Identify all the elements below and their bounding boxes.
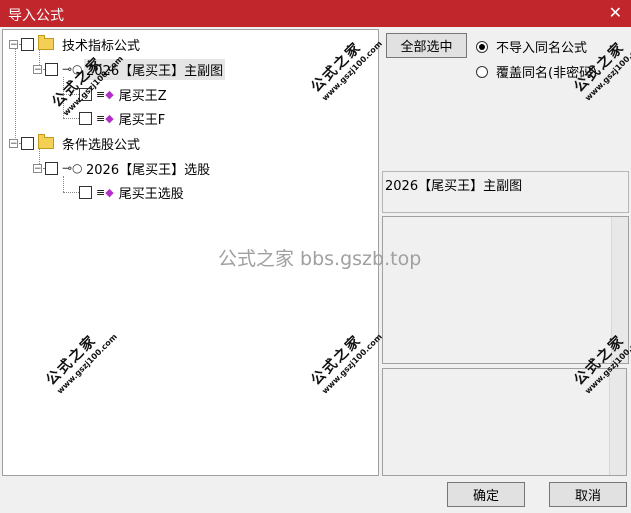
tree-node-group[interactable]: − ⊸○ 2026【尾买王】主副图: [33, 58, 226, 80]
tree-node-label: 尾买王F: [118, 112, 166, 128]
tree-node-label: 尾买王Z: [118, 88, 167, 104]
formula-icon: ≡◆: [96, 185, 114, 199]
collapse-icon[interactable]: −: [9, 39, 18, 49]
select-all-button[interactable]: 全部选中: [386, 33, 467, 58]
collapse-icon[interactable]: −: [33, 64, 42, 74]
tree-node-group[interactable]: − ⊸○ 2026【尾买王】选股: [33, 158, 212, 178]
tree-line: [63, 192, 79, 193]
scrollbar[interactable]: [609, 369, 626, 475]
tree-node-folder[interactable]: − 技术指标公式: [9, 34, 142, 54]
tree-node-label: 2026【尾买王】选股: [86, 162, 211, 178]
ok-button[interactable]: 确定: [447, 482, 525, 507]
tree-checkbox[interactable]: [21, 37, 34, 51]
tree-line: [15, 49, 16, 144]
tree-checkbox[interactable]: [21, 136, 34, 150]
tree-line: [63, 118, 79, 119]
tree-checkbox[interactable]: [45, 161, 58, 175]
watermark-center-text: 公式之家 bbs.gszb.top: [218, 248, 422, 270]
close-icon[interactable]: ✕: [609, 3, 622, 22]
tree-checkbox[interactable]: [79, 111, 92, 125]
radio-label: 不导入同名公式: [496, 41, 588, 56]
tree-node-label: 尾买王选股: [118, 186, 184, 202]
title-bar: 导入公式 ✕: [0, 0, 631, 27]
window-title: 导入公式: [8, 8, 64, 24]
radio-button[interactable]: [476, 65, 488, 78]
tree-checkbox[interactable]: [45, 62, 58, 76]
tree-node-formula[interactable]: ≡◆ 尾买王选股: [79, 182, 186, 202]
collapse-icon[interactable]: −: [33, 163, 42, 173]
formula-description-panel[interactable]: [382, 216, 629, 364]
folder-icon: [38, 35, 54, 50]
formula-icon: ≡◆: [96, 87, 114, 101]
cancel-button[interactable]: 取消: [549, 482, 627, 507]
tree-node-label: 条件选股公式: [62, 137, 141, 153]
formula-icon: ≡◆: [96, 111, 114, 125]
folder-icon: [38, 134, 54, 149]
tree-checkbox[interactable]: [79, 185, 92, 199]
selected-formula-name: 2026【尾买王】主副图: [382, 171, 629, 213]
radio-skip-duplicates[interactable]: 不导入同名公式: [476, 37, 587, 56]
tree-node-folder[interactable]: − 条件选股公式: [9, 133, 142, 153]
collapse-icon[interactable]: −: [9, 138, 18, 148]
tree-line: [63, 176, 64, 192]
tree-node-formula[interactable]: ≡◆ 尾买王F: [79, 108, 167, 128]
radio-button[interactable]: [476, 40, 488, 53]
key-icon: ⊸○: [62, 161, 83, 175]
